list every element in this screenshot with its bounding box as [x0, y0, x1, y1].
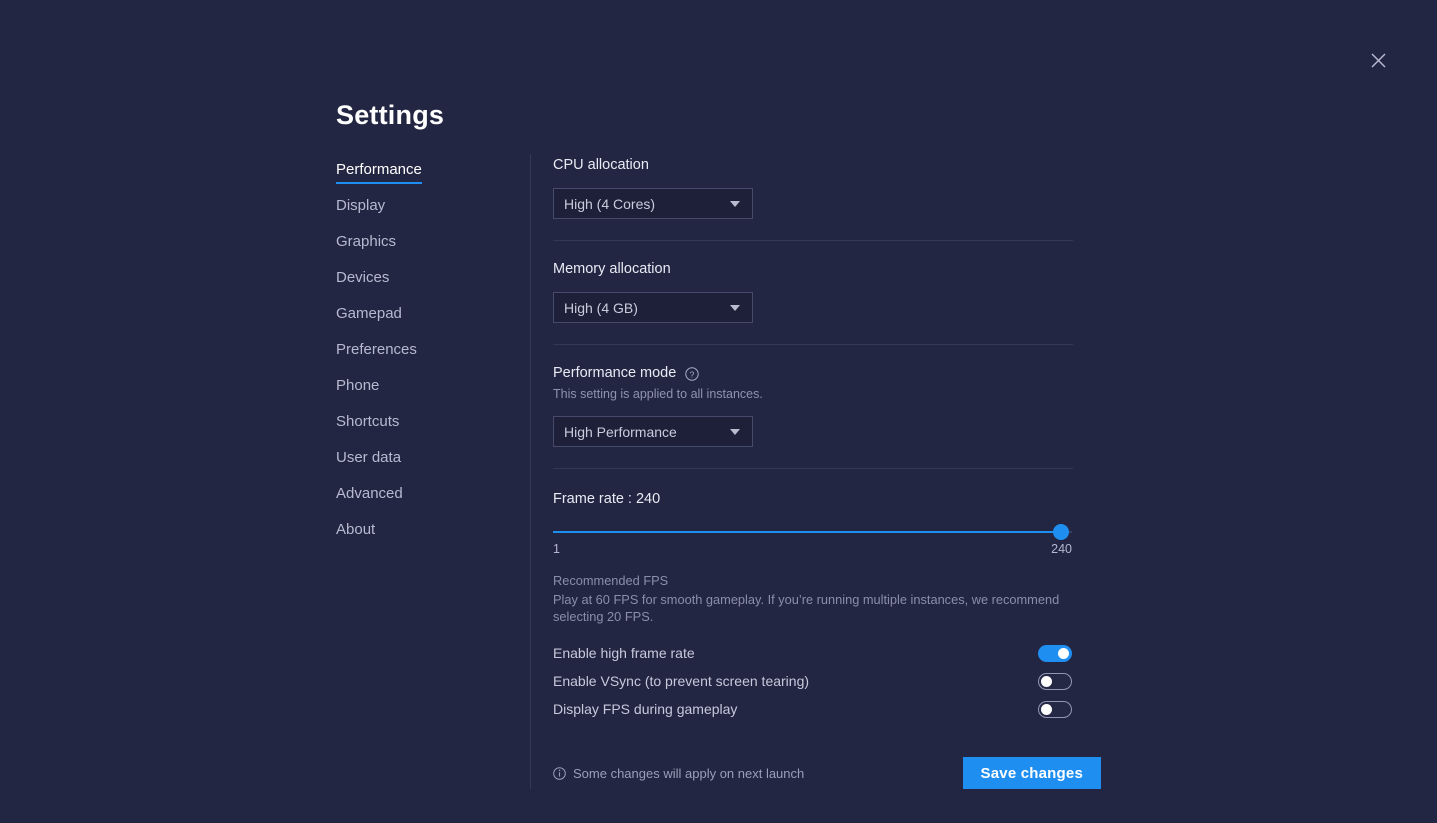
footer-note: Some changes will apply on next launch [553, 766, 804, 781]
close-icon [1371, 53, 1385, 67]
performance-mode-label-row: Performance mode ? [553, 364, 1336, 383]
frame-rate-max-label: 240 [1051, 542, 1072, 556]
chevron-down-icon [730, 304, 740, 311]
toggle-display-fps[interactable] [1038, 700, 1072, 718]
sidebar-item-advanced[interactable]: Advanced [336, 484, 403, 508]
sidebar-item-user-data[interactable]: User data [336, 448, 401, 472]
recommended-fps-text: Play at 60 FPS for smooth gameplay. If y… [553, 592, 1060, 624]
help-circle-icon[interactable]: ? [685, 366, 700, 381]
sidebar-item-preferences[interactable]: Preferences [336, 340, 417, 364]
frame-rate-label: Frame rate : 240 [553, 491, 661, 507]
toggle-knob [1041, 675, 1052, 687]
cpu-allocation-value: High (4 Cores) [564, 195, 656, 212]
sidebar-item-about[interactable]: About [336, 520, 375, 544]
performance-mode-note: This setting is applied to all instances… [553, 387, 763, 401]
settings-content: CPU allocation High (4 Cores) Memory all… [553, 154, 1336, 789]
sidebar-item-shortcuts[interactable]: Shortcuts [336, 412, 399, 436]
chevron-down-icon [730, 200, 740, 207]
recommended-fps-title: Recommended FPS [553, 573, 669, 588]
performance-mode-value: High Performance [564, 423, 677, 440]
dialog-footer: Some changes will apply on next launch S… [553, 757, 1101, 789]
dialog-body: Performance Display Graphics Devices Gam… [336, 154, 1336, 789]
sidebar-item-gamepad[interactable]: Gamepad [336, 304, 402, 328]
toggle-knob [1041, 703, 1052, 715]
save-changes-button[interactable]: Save changes [962, 757, 1101, 789]
toggle-row-high-frame-rate: Enable high frame rate [553, 639, 1072, 667]
settings-dialog: Settings Performance Display Graphics De… [336, 96, 1336, 789]
frame-rate-slider[interactable] [553, 524, 1072, 540]
chevron-down-icon [730, 428, 740, 435]
svg-text:?: ? [690, 369, 695, 379]
sidebar-item-performance[interactable]: Performance [336, 160, 422, 184]
sidebar-item-display[interactable]: Display [336, 196, 385, 220]
toggle-row-vsync: Enable VSync (to prevent screen tearing) [553, 667, 1072, 695]
page-title: Settings [336, 100, 445, 130]
memory-allocation-section: Memory allocation High (4 GB) [553, 241, 1336, 323]
sidebar-divider [530, 154, 531, 789]
memory-allocation-value: High (4 GB) [564, 299, 638, 316]
toggle-high-frame-rate[interactable] [1038, 644, 1072, 662]
frame-rate-section: Frame rate : 240 1 240 Recommended FPS P… [553, 471, 1336, 625]
footer-note-text: Some changes will apply on next launch [573, 765, 805, 781]
close-window-button[interactable] [1365, 47, 1391, 73]
settings-sidebar: Performance Display Graphics Devices Gam… [336, 154, 530, 556]
info-circle-icon [553, 766, 566, 780]
sidebar-item-graphics[interactable]: Graphics [336, 232, 396, 256]
performance-mode-select[interactable]: High Performance [553, 416, 753, 447]
cpu-allocation-section: CPU allocation High (4 Cores) [553, 156, 1336, 219]
memory-allocation-label: Memory allocation [553, 261, 671, 277]
sidebar-item-phone[interactable]: Phone [336, 376, 379, 400]
frame-rate-min-label: 1 [553, 542, 560, 556]
cpu-allocation-select[interactable]: High (4 Cores) [553, 188, 753, 219]
toggle-vsync[interactable] [1038, 672, 1072, 690]
slider-track-fill [553, 531, 1061, 533]
toggle-knob [1058, 647, 1069, 659]
toggle-list: Enable high frame rate Enable VSync (to … [553, 639, 1336, 723]
toggle-row-display-fps: Display FPS during gameplay [553, 695, 1072, 723]
toggle-label-vsync: Enable VSync (to prevent screen tearing) [553, 672, 810, 689]
performance-mode-section: Performance mode ? This setting is appli… [553, 345, 1336, 447]
toggle-label-display-fps: Display FPS during gameplay [553, 700, 738, 717]
memory-allocation-select[interactable]: High (4 GB) [553, 292, 753, 323]
section-divider [553, 468, 1073, 469]
performance-mode-label: Performance mode [553, 365, 677, 381]
frame-rate-range-labels: 1 240 [553, 542, 1072, 556]
sidebar-item-devices[interactable]: Devices [336, 268, 389, 292]
slider-thumb[interactable] [1053, 524, 1069, 540]
toggle-label-high-frame-rate: Enable high frame rate [553, 644, 695, 661]
cpu-allocation-label: CPU allocation [553, 157, 649, 173]
